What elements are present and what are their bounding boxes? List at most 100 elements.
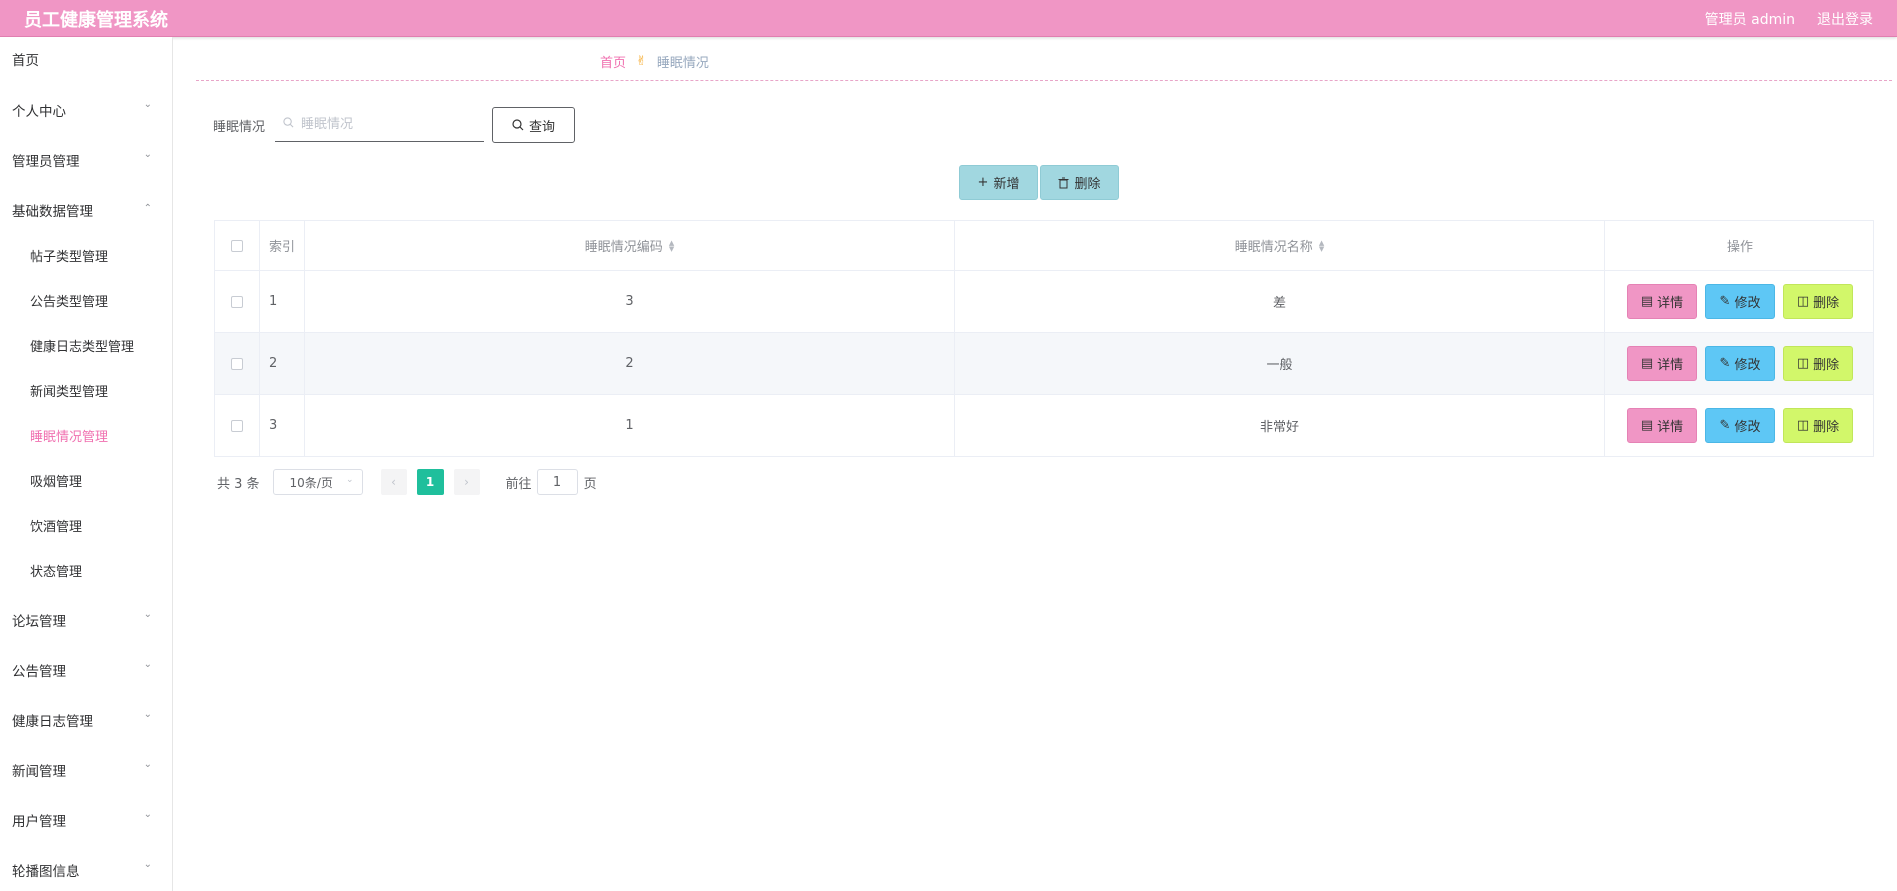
sidebar-item-label: 公告管理 [12,664,66,680]
edit-button[interactable]: ✎ 修改 [1705,346,1775,381]
search-icon [283,117,294,128]
sidebar-item-home[interactable]: 首页 [0,43,172,73]
document-icon: ▤ [1640,356,1654,371]
sidebar-subitem-label: 新闻类型管理 [30,385,109,400]
cell-code: 2 [305,333,955,394]
detail-button[interactable]: ▤ 详情 [1627,284,1697,319]
divider [196,80,1892,81]
query-button[interactable]: 查询 [492,107,575,143]
sidebar-subitem-label: 公告类型管理 [30,295,109,310]
cell-name: 差 [955,271,1605,332]
chevron-down-icon: ⌄ [143,609,152,620]
header-code[interactable]: 睡眠情况编码 ▲ ▼ [305,221,955,270]
sidebar: 首页 个人中心 ⌄ 管理员管理 ⌄ 基础数据管理 ⌃ 帖子类型管理 公告类型管理… [0,37,173,891]
trash-icon: ◫ [1796,356,1810,371]
sidebar-subitem-label: 睡眠情况管理 [30,430,109,445]
table-row: 2 2 一般 ▤ 详情 ✎ 修改 ◫ 删除 [215,333,1873,395]
next-page-button[interactable]: › [453,469,480,495]
sort-icon[interactable]: ▲ ▼ [669,239,674,252]
row-actions: ▤ 详情 ✎ 修改 ◫ 删除 [1627,284,1853,319]
edit-button[interactable]: ✎ 修改 [1705,408,1775,443]
breadcrumb-separator-icon: ✌ [636,54,647,69]
delete-button[interactable]: ◫ 删除 [1783,346,1853,381]
header-name-label: 睡眠情况名称 [1234,240,1313,255]
document-icon: ▤ [1640,294,1654,309]
row-actions: ▤ 详情 ✎ 修改 ◫ 删除 [1627,408,1853,443]
edit-button-label: 修改 [1734,420,1761,435]
logout-link[interactable]: 退出登录 [1817,9,1873,29]
sidebar-subitem-post-type[interactable]: 帖子类型管理 [0,240,172,270]
sidebar-item-basic-data[interactable]: 基础数据管理 ⌃ [0,194,172,224]
query-button-label: 查询 [528,119,555,135]
header-index: 索引 [260,221,305,270]
sidebar-subitem-notice-type[interactable]: 公告类型管理 [0,285,172,315]
sidebar-subitem-smoking[interactable]: 吸烟管理 [0,465,172,495]
sidebar-item-carousel[interactable]: 轮播图信息 ⌄ [0,854,172,884]
header-name[interactable]: 睡眠情况名称 ▲ ▼ [955,221,1605,270]
delete-button[interactable]: ◫ 删除 [1783,408,1853,443]
page-size-select[interactable]: 10条/页 ⌄ [272,469,363,495]
chevron-down-icon: ⌄ [143,659,152,670]
sidebar-subitem-news-type[interactable]: 新闻类型管理 [0,375,172,405]
current-user: 管理员 admin [1704,12,1795,28]
select-all-checkbox[interactable] [231,239,243,252]
sidebar-subitem-drinking[interactable]: 饮酒管理 [0,510,172,540]
sidebar-item-news[interactable]: 新闻管理 ⌄ [0,754,172,784]
sidebar-item-personal-center[interactable]: 个人中心 ⌄ [0,94,172,124]
cell-name: 非常好 [955,395,1605,456]
cell-ops: ▤ 详情 ✎ 修改 ◫ 删除 [1605,271,1875,332]
sidebar-item-label: 论坛管理 [12,614,66,630]
cell-ops: ▤ 详情 ✎ 修改 ◫ 删除 [1605,333,1875,394]
delete-button-label: 删除 [1813,296,1840,311]
cell-index: 2 [260,333,305,394]
sort-icon[interactable]: ▲ ▼ [1319,239,1324,252]
sidebar-item-health-log[interactable]: 健康日志管理 ⌄ [0,704,172,734]
chevron-down-icon: ⌄ [143,709,152,720]
row-actions: ▤ 详情 ✎ 修改 ◫ 删除 [1627,346,1853,381]
header-code-label: 睡眠情况编码 [584,240,663,255]
row-checkbox[interactable] [231,295,243,308]
sidebar-subitem-label: 健康日志类型管理 [30,340,135,355]
sidebar-subitem-label: 吸烟管理 [30,475,83,490]
breadcrumb-home[interactable]: 首页 [600,52,626,71]
search-field [275,106,484,142]
sidebar-item-label: 用户管理 [12,814,66,830]
search-icon [512,119,524,131]
batch-delete-button[interactable]: 删除 [1040,165,1119,200]
row-checkbox[interactable] [231,419,243,432]
search-label: 睡眠情况 [213,120,266,135]
sidebar-subitem-sleep[interactable]: 睡眠情况管理 [0,420,172,450]
detail-button-label: 详情 [1657,296,1684,311]
breadcrumb: 首页 ✌ 睡眠情况 [600,52,709,71]
detail-button[interactable]: ▤ 详情 [1627,346,1697,381]
page-number-current[interactable]: 1 [416,469,444,495]
goto-label: 前往 [505,476,532,492]
table-row: 1 3 差 ▤ 详情 ✎ 修改 ◫ 删除 [215,271,1873,333]
delete-button[interactable]: ◫ 删除 [1783,284,1853,319]
sidebar-item-admin-management[interactable]: 管理员管理 ⌄ [0,144,172,174]
add-button[interactable]: + 新增 [959,165,1038,200]
sidebar-item-label: 新闻管理 [12,764,66,780]
search-input[interactable] [301,114,476,134]
sidebar-item-notice[interactable]: 公告管理 ⌄ [0,654,172,684]
top-bar: 员工健康管理系统 管理员 admin 退出登录 [0,0,1897,37]
pencil-icon: ✎ [1719,356,1731,371]
pagination-total: 共 3 条 [217,476,260,492]
edit-button[interactable]: ✎ 修改 [1705,284,1775,319]
row-checkbox[interactable] [231,357,243,370]
sidebar-subitem-health-log-type[interactable]: 健康日志类型管理 [0,330,172,360]
delete-button-label: 删除 [1813,358,1840,373]
goto-page-input[interactable] [536,469,578,495]
document-icon: ▤ [1640,418,1654,433]
detail-button[interactable]: ▤ 详情 [1627,408,1697,443]
add-button-label: 新增 [993,177,1020,192]
table-header-row: 索引 睡眠情况编码 ▲ ▼ 睡眠情况名称 ▲ ▼ 操作 [215,221,1873,271]
cell-code: 3 [305,271,955,332]
sidebar-subitem-status[interactable]: 状态管理 [0,555,172,585]
prev-page-button[interactable]: ‹ [380,469,407,495]
detail-button-label: 详情 [1657,420,1684,435]
sidebar-item-users[interactable]: 用户管理 ⌄ [0,804,172,834]
sidebar-item-forum[interactable]: 论坛管理 ⌄ [0,604,172,634]
table-row: 3 1 非常好 ▤ 详情 ✎ 修改 ◫ 删除 [215,395,1873,457]
chevron-down-icon: ⌄ [143,149,152,160]
